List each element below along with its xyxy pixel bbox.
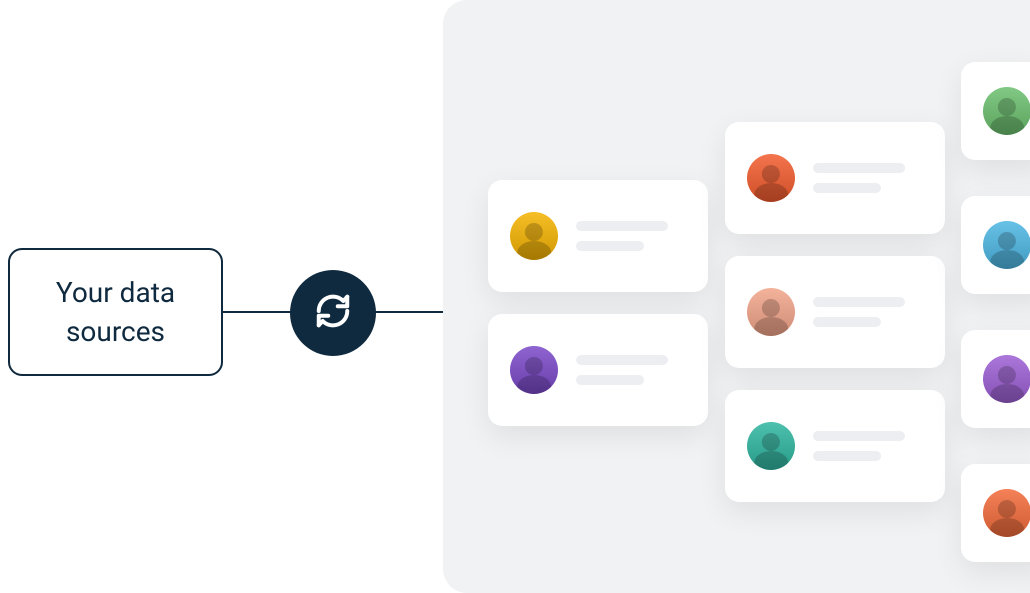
person-card (488, 180, 708, 292)
skeleton-line (576, 221, 668, 231)
skeleton-line (813, 317, 881, 327)
skeleton-line (813, 451, 881, 461)
skeleton-lines (813, 431, 905, 461)
skeleton-line (813, 431, 905, 441)
person-avatar-3 (747, 154, 795, 202)
person-card (961, 464, 1030, 562)
sync-circle (290, 270, 376, 356)
person-card (725, 256, 945, 368)
person-avatar-6 (983, 87, 1030, 135)
skeleton-line (576, 375, 644, 385)
data-source-label: Your data sources (26, 273, 205, 351)
person-avatar-1 (510, 212, 558, 260)
skeleton-line (813, 163, 905, 173)
skeleton-lines (576, 355, 668, 385)
skeleton-line (813, 183, 881, 193)
person-card (961, 62, 1030, 160)
skeleton-lines (576, 221, 668, 251)
skeleton-line (576, 241, 644, 251)
skeleton-lines (813, 163, 905, 193)
person-card (488, 314, 708, 426)
skeleton-lines (813, 297, 905, 327)
person-avatar-4 (747, 288, 795, 336)
person-card (961, 330, 1030, 428)
person-avatar-9 (983, 489, 1030, 537)
person-avatar-8 (983, 355, 1030, 403)
sync-icon (314, 292, 352, 334)
skeleton-line (576, 355, 668, 365)
person-avatar-7 (983, 221, 1030, 269)
skeleton-line (813, 297, 905, 307)
profiles-panel (443, 0, 1030, 593)
person-card (725, 122, 945, 234)
person-avatar-2 (510, 346, 558, 394)
person-avatar-5 (747, 422, 795, 470)
data-source-box: Your data sources (8, 248, 223, 376)
person-card (961, 196, 1030, 294)
person-card (725, 390, 945, 502)
